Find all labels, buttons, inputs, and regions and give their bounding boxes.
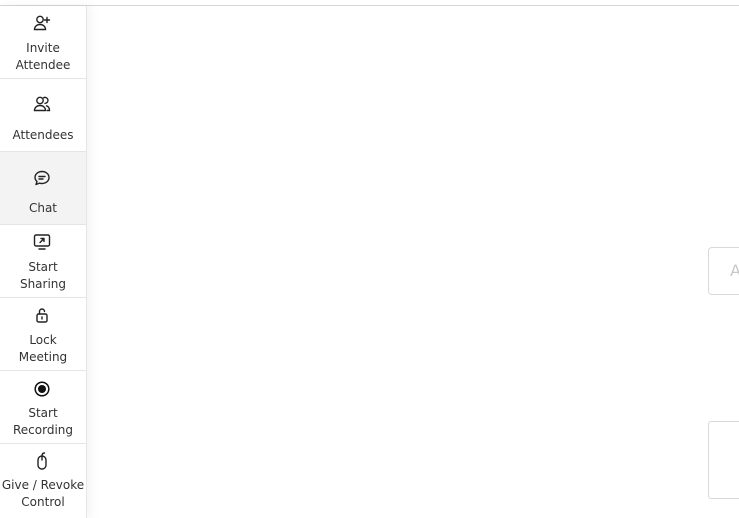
meeting-page: Invite Attendee Attendees Chat Start Sha…	[0, 0, 739, 518]
partial-panel	[708, 421, 739, 499]
sidebar-item-start-sharing[interactable]: Start Sharing	[0, 225, 86, 298]
sidebar-item-attendees[interactable]: Attendees	[0, 79, 86, 152]
lock-icon	[33, 306, 51, 324]
sidebar-item-label: Start	[28, 260, 58, 274]
sidebar-item-give-revoke-control[interactable]: Give / Revoke Control	[0, 444, 86, 518]
sidebar-item-label: Attendees	[12, 128, 74, 142]
sidebar-item-label: Sharing	[19, 277, 67, 291]
sidebar-item-label: Meeting	[18, 350, 68, 364]
sidebar-item-lock-meeting[interactable]: Lock Meeting	[0, 298, 86, 371]
invite-attendee-icon	[33, 14, 51, 32]
sidebar-item-label: Attendee	[15, 58, 71, 72]
screen-share-icon	[33, 233, 51, 251]
chat-icon	[33, 169, 51, 187]
sidebar-item-label: Give / Revoke	[1, 478, 85, 492]
sidebar-item-start-recording[interactable]: Start Recording	[0, 371, 86, 444]
sidebar-item-label: Start	[28, 406, 58, 420]
sidebar-item-invite-attendee[interactable]: Invite Attendee	[0, 6, 86, 79]
record-icon	[33, 380, 51, 398]
sidebar-item-label: Lock	[29, 333, 57, 347]
partial-field-text: A	[730, 261, 739, 280]
sidebar-item-label: Recording	[12, 423, 74, 437]
top-divider	[0, 5, 739, 6]
sidebar-item-label: Invite	[26, 41, 60, 55]
mouse-icon	[33, 452, 51, 470]
attendees-icon	[33, 95, 51, 113]
meeting-sidebar: Invite Attendee Attendees Chat Start Sha…	[0, 6, 87, 518]
partial-input-field[interactable]: A	[708, 247, 739, 295]
sidebar-item-chat[interactable]: Chat	[0, 152, 86, 225]
sidebar-item-label: Control	[21, 495, 65, 509]
sidebar-item-label: Chat	[28, 201, 58, 215]
